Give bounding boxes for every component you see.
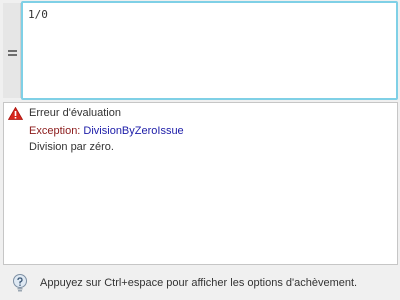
completion-hint: Appuyez sur Ctrl+espace pour afficher le… <box>40 277 358 289</box>
expression-text[interactable]: 1/0 <box>28 8 48 21</box>
error-title: Erreur d'évaluation <box>29 107 121 119</box>
equals-icon <box>8 50 17 57</box>
expression-input[interactable]: 1/0 <box>21 1 398 100</box>
status-bar: Appuyez sur Ctrl+espace pour afficher le… <box>0 266 400 300</box>
expression-evaluator-dialog: 1/0 Erreur d'évaluation Exception: Divis… <box>0 0 400 300</box>
exception-line: Exception: DivisionByZeroIssue <box>29 125 184 137</box>
expression-gutter <box>3 3 21 98</box>
info-bulb-icon <box>13 274 27 292</box>
error-triangle-icon <box>8 107 23 120</box>
exception-label: Exception: <box>29 125 84 137</box>
error-message: Division par zéro. <box>29 141 114 153</box>
result-panel: Erreur d'évaluation Exception: DivisionB… <box>3 102 398 265</box>
exception-type-link[interactable]: DivisionByZeroIssue <box>83 125 183 137</box>
expression-row: 1/0 <box>0 0 400 100</box>
